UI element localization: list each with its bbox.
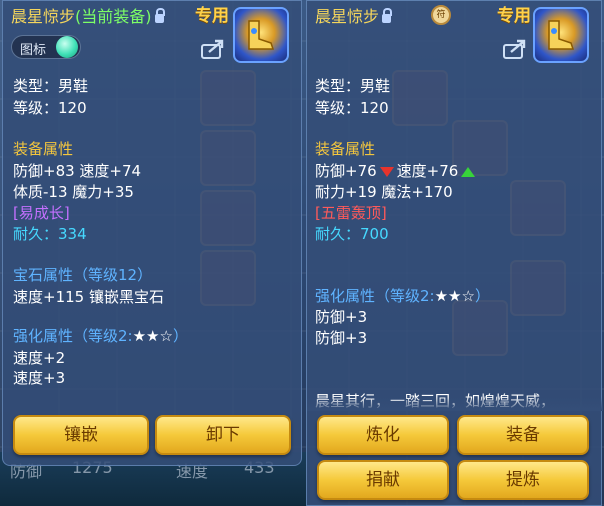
forge-line: 防御+3	[315, 308, 368, 326]
forge-line: 速度+3	[13, 369, 66, 387]
attr-speed: 速度+76	[396, 162, 459, 180]
share-icon[interactable]	[201, 39, 225, 63]
attr-line: 防御+83 速度+74	[13, 162, 142, 180]
current-equipped-tag: (当前装备)	[75, 7, 152, 26]
compare-equipment-panel: 晨星惊步 符 专用 类型：男鞋 等级：120 装备属性 防御+76 速度+76 耐…	[306, 0, 603, 506]
forge-section-title: 强化属性（等级2:★★☆）	[13, 325, 188, 346]
share-icon[interactable]	[503, 39, 527, 63]
exclusive-label: 专用	[195, 6, 229, 26]
item-type: 类型：男鞋	[315, 77, 391, 95]
attr-line: 防御+76 速度+76	[315, 160, 478, 181]
forge-line: 防御+3	[315, 329, 368, 347]
attr-section-title: 装备属性	[13, 140, 74, 158]
forge-title-close: ）	[474, 287, 490, 305]
exclusive-label: 专用	[497, 6, 531, 26]
attr-line: 耐力+19 魔法+170	[315, 183, 453, 201]
description-fade	[307, 397, 603, 411]
item-title: 晨星惊步	[315, 3, 393, 27]
item-name: 晨星惊步	[11, 7, 76, 26]
seal-icon: 符	[431, 5, 451, 25]
extract-button[interactable]: 提炼	[457, 460, 589, 500]
forge-title-text: 强化属性（等级2:	[315, 287, 435, 305]
lock-icon	[382, 8, 393, 23]
boots-item-icon[interactable]	[233, 7, 289, 63]
forge-title-text: 强化属性（等级2:	[13, 327, 133, 345]
durability: 耐久：334	[13, 225, 87, 243]
forge-section-title: 强化属性（等级2:★★☆）	[315, 285, 490, 306]
icon-toggle[interactable]: 图标	[11, 35, 81, 59]
arrow-down-icon	[379, 166, 394, 177]
attr-defense: 防御+76	[315, 162, 377, 180]
item-level: 等级：120	[13, 99, 87, 117]
item-type: 类型：男鞋	[13, 77, 89, 95]
lock-icon	[154, 8, 165, 23]
donate-button[interactable]: 捐献	[317, 460, 449, 500]
forge-title-close: ）	[172, 327, 188, 345]
icon-toggle-label: 图标	[20, 43, 47, 58]
durability: 耐久：700	[315, 225, 389, 243]
item-title: 晨星惊步(当前装备)	[11, 3, 165, 27]
attr-section-title: 装备属性	[315, 140, 376, 158]
equip-button[interactable]: 装备	[457, 415, 589, 455]
boots-item-icon[interactable]	[533, 7, 589, 63]
arrow-up-icon	[461, 166, 476, 177]
item-name: 晨星惊步	[315, 7, 380, 26]
gem-line: 速度+115 镶嵌黑宝石	[13, 288, 164, 306]
special-effect: [易成长]	[13, 204, 70, 222]
forge-stars: ★★☆	[132, 327, 173, 345]
special-effect: [五雷轰顶]	[315, 204, 387, 222]
item-level: 等级：120	[315, 99, 389, 117]
toggle-knob	[56, 36, 78, 58]
gem-section-title: 宝石属性（等级12）	[13, 266, 153, 284]
forge-stars: ★★☆	[434, 287, 475, 305]
unequip-button[interactable]: 卸下	[155, 415, 291, 455]
forge-line: 速度+2	[13, 349, 66, 367]
refine-button[interactable]: 炼化	[317, 415, 449, 455]
current-equipment-panel: 晨星惊步(当前装备) 专用 图标 类型：男鞋 等级：120 装备属性 防御+83…	[2, 0, 302, 466]
attr-line: 体质-13 魔力+35	[13, 183, 134, 201]
inlay-button[interactable]: 镶嵌	[13, 415, 149, 455]
